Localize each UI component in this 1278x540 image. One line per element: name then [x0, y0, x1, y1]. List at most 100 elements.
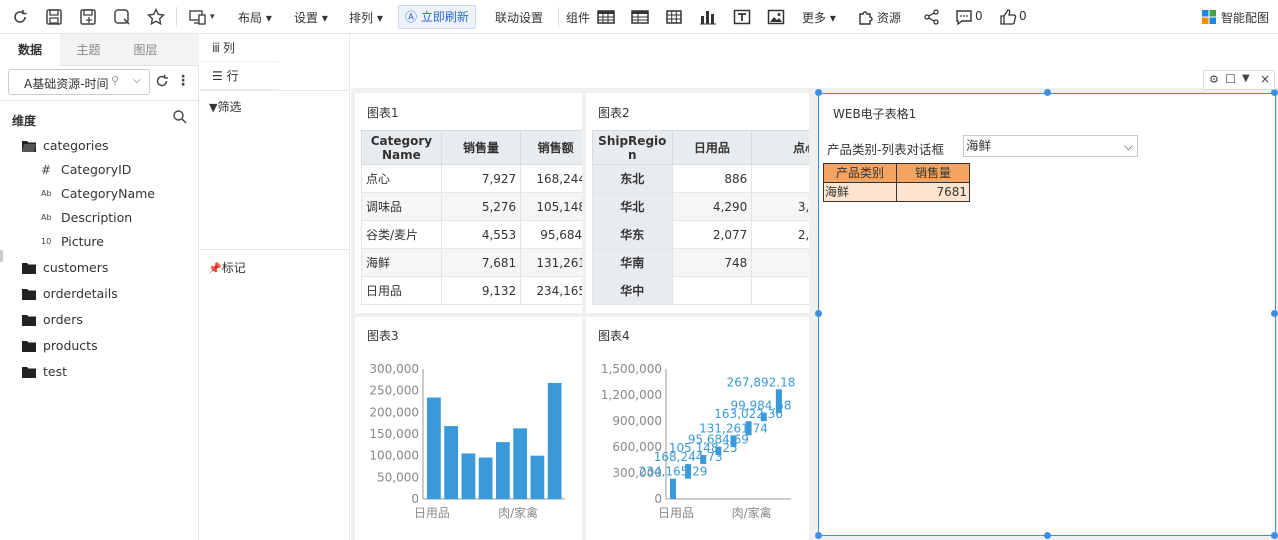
- column-header[interactable]: Category Name: [361, 130, 442, 165]
- chart2-card[interactable]: 图表2 ShipRegion 日用品 点心 东北8868华北4,2903,3华东…: [586, 93, 809, 313]
- waterfall-bar[interactable]: [670, 478, 676, 499]
- more-menu[interactable]: 更多 ▾: [802, 9, 836, 26]
- bar[interactable]: [530, 455, 545, 499]
- table-row[interactable]: 海鲜 7,681 131,261: [361, 248, 582, 277]
- table-row[interactable]: 华东2,0772,2: [592, 220, 809, 249]
- resize-handle[interactable]: [1271, 532, 1278, 539]
- web-table-card[interactable]: WEB电子表格1 产品类别-列表对话框 海鲜 ⌵ 产品类别 销售量 海鲜 768…: [818, 93, 1276, 536]
- layout-menu[interactable]: 布局 ▾: [238, 9, 272, 26]
- bar[interactable]: [427, 397, 441, 499]
- resize-handle[interactable]: [1271, 89, 1278, 96]
- waterfall-bar[interactable]: [685, 464, 692, 479]
- resources-button[interactable]: 资源: [877, 9, 901, 26]
- comment-icon[interactable]: [954, 7, 974, 27]
- x-tick-label: 肉/家禽: [732, 505, 772, 520]
- table-row[interactable]: 华南7487: [592, 248, 809, 277]
- category-filter-select[interactable]: 海鲜 ⌵: [963, 135, 1138, 157]
- refresh-now-button[interactable]: Ⓐ 立即刷新: [398, 5, 476, 29]
- save-icon[interactable]: [44, 7, 64, 27]
- table-row[interactable]: 调味品 5,276 105,148: [361, 192, 582, 221]
- smart-chart-button[interactable]: 智能配图: [1221, 9, 1269, 26]
- table-row[interactable]: 东北8868: [592, 164, 809, 193]
- device-icon[interactable]: [188, 7, 208, 27]
- dropdown-icon[interactable]: ▼: [1242, 73, 1250, 84]
- grid-icon[interactable]: [664, 7, 684, 27]
- crosstab-icon[interactable]: [630, 7, 650, 27]
- scroll-indicator: [0, 250, 3, 262]
- data-label: 131,261.74: [699, 421, 768, 435]
- resize-handle[interactable]: [1044, 532, 1051, 539]
- favorite-star-icon[interactable]: [146, 7, 166, 27]
- chart3-card[interactable]: 图表3 0 50,000 100,000 150,000 200,000 250,000 3…: [355, 317, 582, 540]
- settings-menu[interactable]: 设置 ▾: [294, 9, 328, 26]
- save-as-icon[interactable]: [78, 7, 98, 27]
- column-header[interactable]: 日用品: [671, 130, 753, 165]
- table-cell: 105,148: [520, 192, 582, 221]
- resize-handle[interactable]: [815, 532, 822, 539]
- resize-handle[interactable]: [1271, 310, 1278, 317]
- table-cell: 调味品: [361, 192, 442, 221]
- table-row[interactable]: 华北4,2903,3: [592, 192, 809, 221]
- table-row[interactable]: 谷类/麦片 4,553 95,684.: [361, 220, 582, 249]
- close-icon[interactable]: ×: [1260, 72, 1270, 86]
- waterfall-bar[interactable]: [730, 435, 737, 447]
- preview-icon[interactable]: [112, 7, 132, 27]
- arrange-menu[interactable]: 排列 ▾: [349, 9, 383, 26]
- bar[interactable]: [513, 428, 528, 499]
- thumbs-up-icon[interactable]: [998, 7, 1018, 27]
- marks-shelf[interactable]: 📌标记: [200, 254, 246, 282]
- tab-layers[interactable]: 图层: [117, 34, 174, 66]
- share-icon[interactable]: [922, 7, 942, 27]
- tab-theme[interactable]: 主题: [60, 34, 117, 66]
- image-icon[interactable]: [766, 7, 786, 27]
- spreadsheet-header-cell[interactable]: 销售量: [896, 163, 970, 183]
- table-icon[interactable]: [596, 7, 616, 27]
- spreadsheet-cell[interactable]: 7681: [896, 182, 970, 202]
- column-header[interactable]: 点心: [751, 130, 809, 165]
- bar-chart-icon[interactable]: [698, 7, 718, 27]
- rows-icon: ☰: [212, 69, 223, 83]
- resize-handle[interactable]: [1044, 89, 1051, 96]
- tab-data[interactable]: 数据: [0, 34, 60, 66]
- resize-handle[interactable]: [815, 89, 822, 96]
- maximize-icon[interactable]: ☐: [1225, 72, 1236, 86]
- filter-shelf[interactable]: ▼筛选: [200, 93, 241, 121]
- waterfall-bar[interactable]: [745, 421, 752, 436]
- column-header[interactable]: 销售量: [440, 130, 522, 165]
- tree-item-label: Description: [61, 210, 133, 225]
- rows-shelf[interactable]: ☰ 行: [200, 62, 278, 90]
- bar[interactable]: [461, 453, 476, 499]
- refresh-icon[interactable]: [10, 7, 30, 27]
- table-row[interactable]: 日用品 9,132 234,165: [361, 276, 582, 305]
- divider: [0, 100, 199, 101]
- waterfall-bar[interactable]: [700, 455, 707, 465]
- table-row[interactable]: 华中: [592, 276, 809, 305]
- bar[interactable]: [496, 442, 510, 499]
- reload-icon[interactable]: [153, 72, 171, 90]
- chart4-card[interactable]: 图表4 0 300,000 600,000 900,000 1,200,000 1,500…: [586, 317, 809, 540]
- search-icon[interactable]: [172, 109, 188, 125]
- column-header[interactable]: ShipRegion: [592, 130, 673, 165]
- spreadsheet-header-cell[interactable]: 产品类别: [823, 163, 897, 183]
- waterfall-bar[interactable]: [715, 446, 722, 456]
- bar[interactable]: [478, 457, 493, 499]
- spreadsheet-cell[interactable]: 海鲜: [823, 182, 897, 202]
- columns-shelf[interactable]: iii 列: [200, 34, 278, 62]
- y-tick-label: 0: [654, 492, 662, 506]
- table-row[interactable]: 点心 7,927 168,244: [361, 164, 582, 193]
- waterfall-bar[interactable]: [775, 389, 782, 413]
- more-vertical-icon[interactable]: ⋮: [176, 73, 190, 89]
- chart1-card[interactable]: 图表1 Category Name 销售量 销售额 点心 7,927 168,244…: [355, 93, 582, 313]
- toolbar-divider: [558, 7, 559, 27]
- resize-handle[interactable]: [815, 310, 822, 317]
- text-box-icon[interactable]: [732, 7, 752, 27]
- bar[interactable]: [547, 382, 562, 499]
- waterfall-bar[interactable]: [760, 412, 767, 422]
- x-tick-label: 日用品: [658, 506, 694, 520]
- column-header[interactable]: 销售额: [520, 130, 582, 165]
- datasource-select[interactable]: A基础资源-时间 ⚲ ⌵: [8, 69, 150, 95]
- link-settings-button[interactable]: 联动设置: [495, 9, 543, 26]
- gear-icon[interactable]: ⚙: [1209, 73, 1219, 86]
- bar[interactable]: [444, 426, 459, 499]
- chevron-down-icon[interactable]: ▾: [210, 12, 215, 22]
